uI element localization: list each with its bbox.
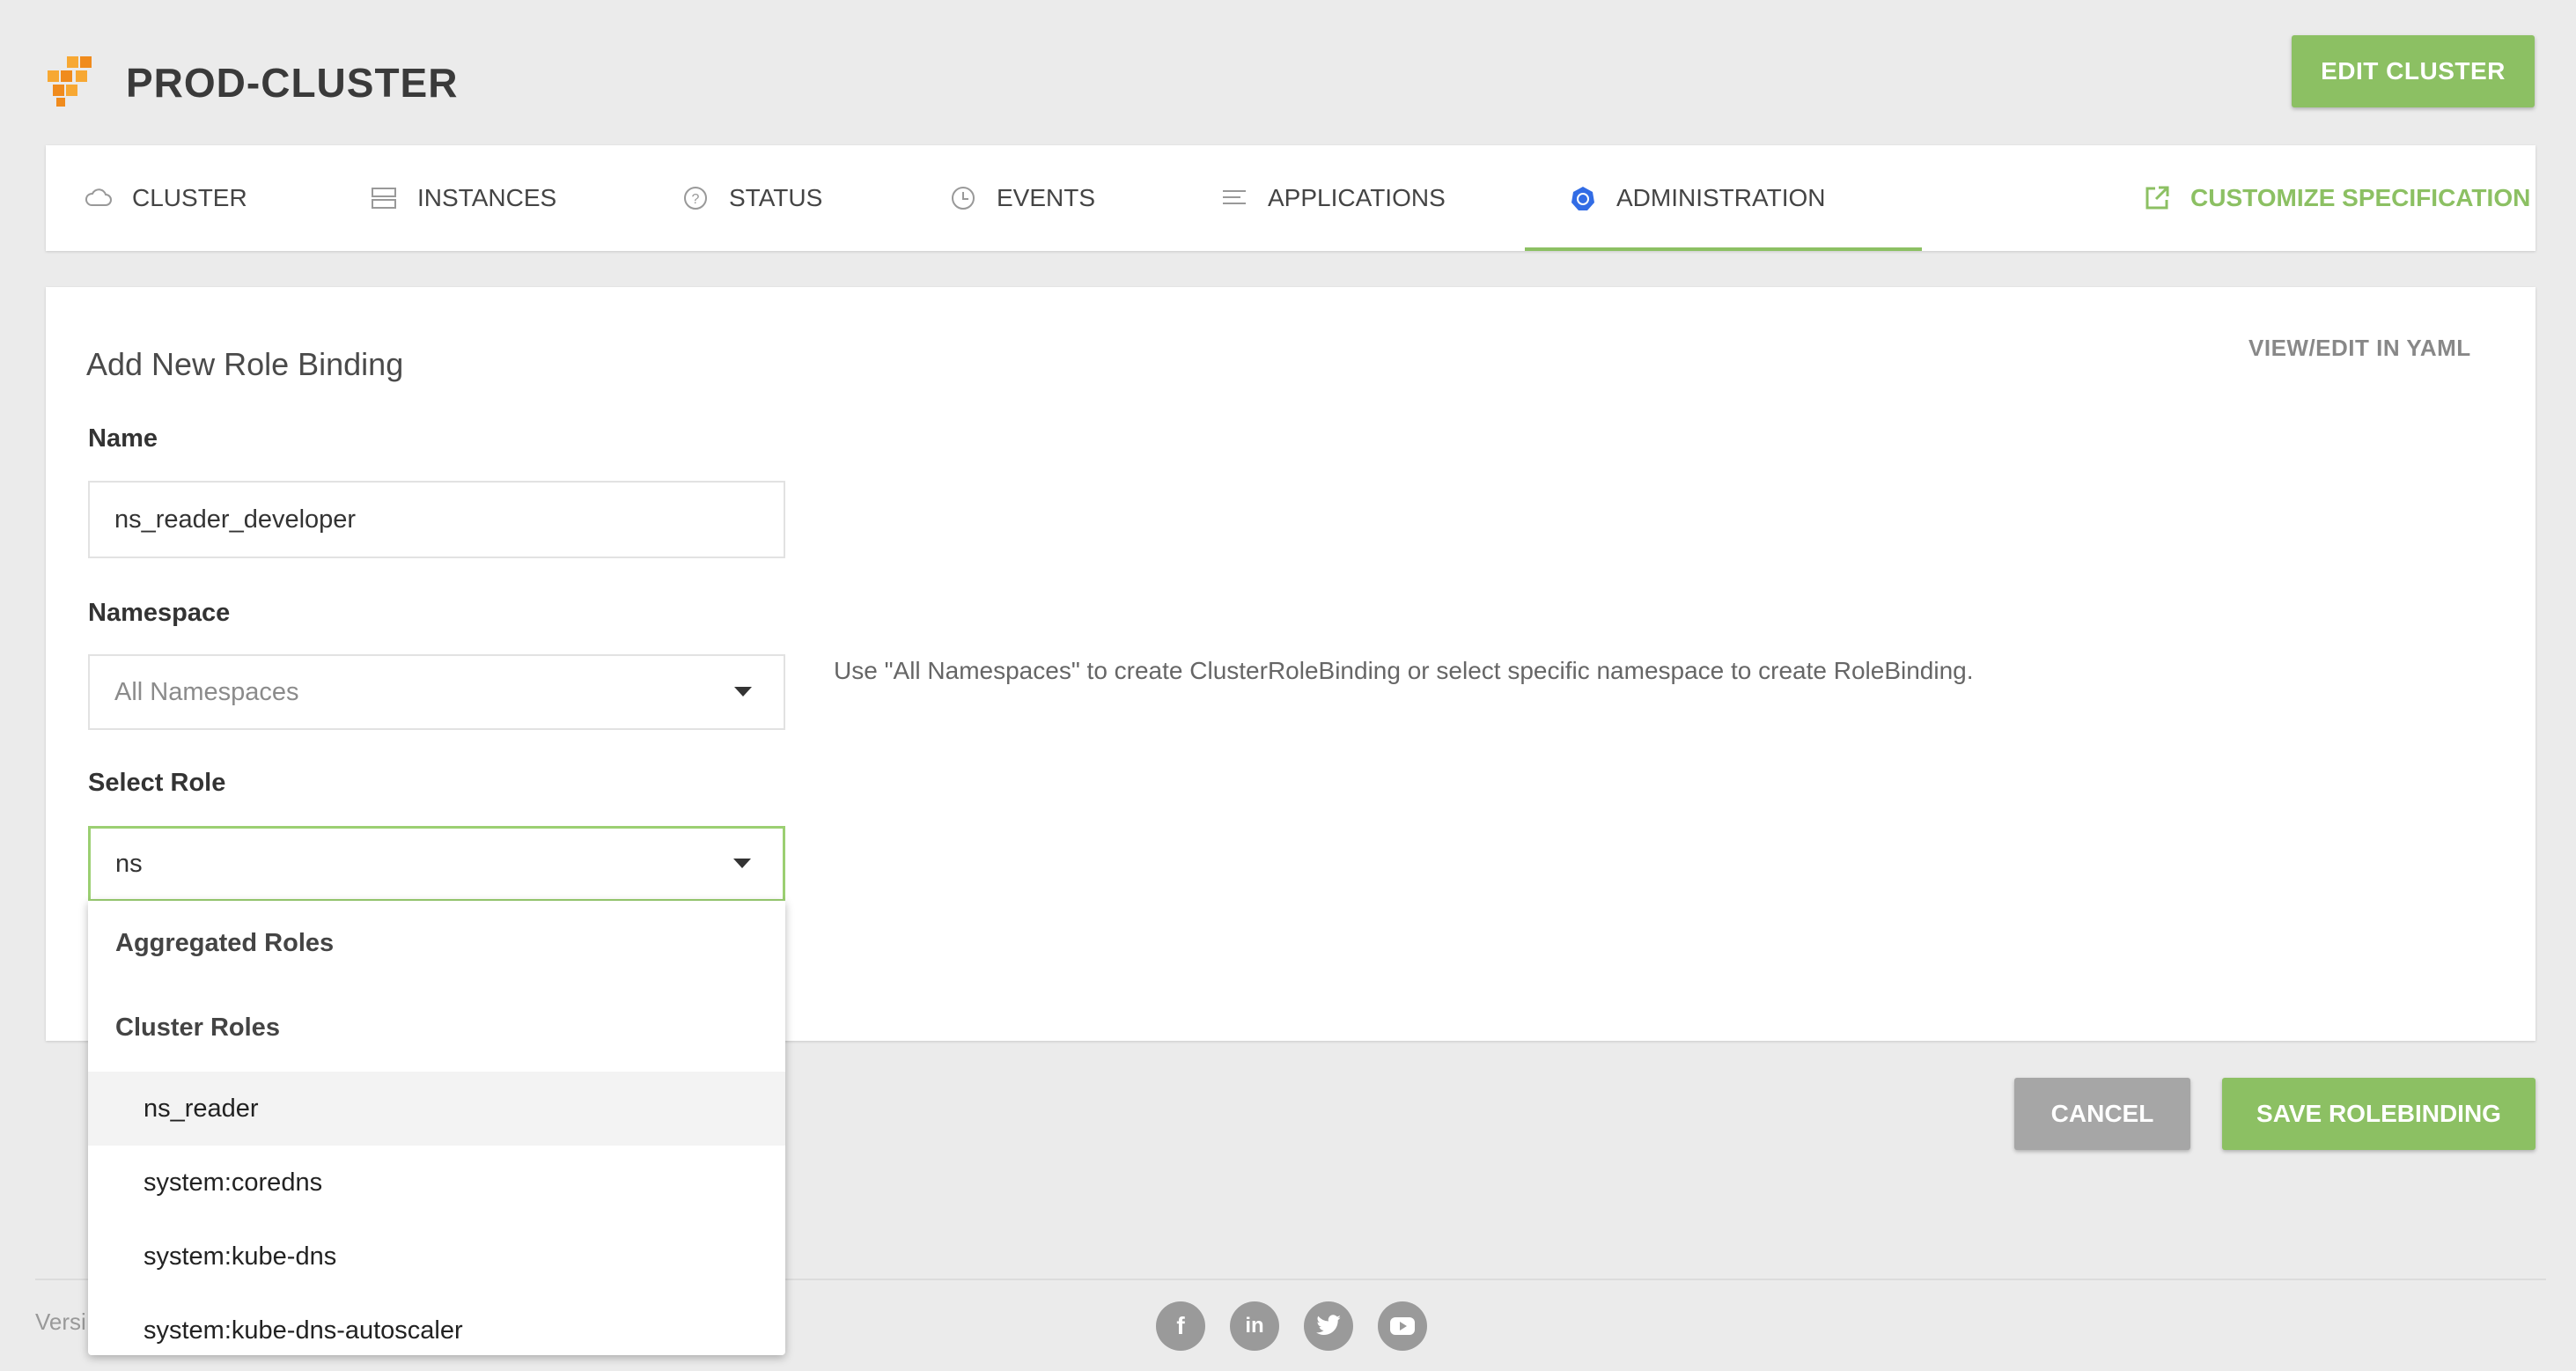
namespace-hint: Use "All Namespaces" to create ClusterRo… bbox=[834, 657, 1974, 684]
view-edit-yaml-link[interactable]: VIEW/EDIT IN YAML bbox=[2248, 335, 2471, 362]
save-rolebinding-button[interactable]: SAVE ROLEBINDING bbox=[2222, 1078, 2536, 1150]
svg-text:?: ? bbox=[692, 192, 700, 207]
select-role-label: Select Role bbox=[88, 769, 226, 797]
chevron-down-icon bbox=[733, 859, 751, 868]
name-input[interactable]: ns_reader_developer bbox=[88, 481, 785, 558]
role-dropdown-menu: Aggregated Roles Cluster Roles ns_reader… bbox=[88, 901, 785, 1355]
namespace-select[interactable]: All Namespaces bbox=[88, 654, 785, 730]
list-icon bbox=[1223, 190, 1246, 204]
clock-icon bbox=[952, 187, 975, 210]
kubernetes-wheel-icon bbox=[1571, 187, 1594, 210]
aws-logo-icon bbox=[44, 55, 104, 109]
edit-cluster-button[interactable]: EDIT CLUSTER bbox=[2292, 35, 2535, 107]
tab-label: STATUS bbox=[729, 184, 823, 211]
menu-group-header: Aggregated Roles bbox=[115, 929, 335, 957]
tab-label: INSTANCES bbox=[417, 184, 557, 211]
chevron-down-icon bbox=[734, 687, 752, 697]
role-option[interactable]: system:coredns bbox=[88, 1146, 785, 1220]
role-option[interactable]: system:kube-dns bbox=[88, 1220, 785, 1294]
role-select-input[interactable]: ns bbox=[88, 826, 785, 902]
version-text: Versi bbox=[35, 1308, 86, 1335]
facebook-icon[interactable]: f bbox=[1156, 1301, 1205, 1351]
namespace-label: Namespace bbox=[88, 599, 231, 627]
active-tab-indicator bbox=[1525, 247, 1923, 251]
tab-label: ADMINISTRATION bbox=[1616, 184, 1826, 211]
tab-events[interactable]: EVENTS bbox=[949, 145, 1095, 251]
form-title: Add New Role Binding bbox=[86, 346, 404, 382]
tab-bar: CLUSTER INSTANCES ? STATUS EVENTS APPLIC… bbox=[46, 145, 2536, 251]
tab-instances[interactable]: INSTANCES bbox=[370, 145, 556, 251]
customize-label: CUSTOMIZE SPECIFICATION bbox=[2190, 184, 2531, 211]
customize-specification-link[interactable]: CUSTOMIZE SPECIFICATION bbox=[2143, 145, 2530, 251]
page-title: PROD-CLUSTER bbox=[126, 60, 459, 106]
name-label: Name bbox=[88, 424, 158, 453]
tab-label: APPLICATIONS bbox=[1268, 184, 1446, 211]
role-option[interactable]: system:kube-dns-autoscaler bbox=[88, 1294, 785, 1355]
external-link-icon bbox=[2145, 186, 2169, 210]
question-circle-icon: ? bbox=[684, 187, 707, 210]
namespace-placeholder: All Namespaces bbox=[114, 677, 299, 706]
server-icon bbox=[372, 188, 396, 209]
cancel-button[interactable]: CANCEL bbox=[2014, 1078, 2190, 1150]
tab-applications[interactable]: APPLICATIONS bbox=[1220, 145, 1446, 251]
twitter-icon[interactable] bbox=[1304, 1301, 1353, 1351]
role-search-value: ns bbox=[115, 849, 143, 878]
menu-group-header: Cluster Roles bbox=[115, 1014, 280, 1042]
cloud-icon bbox=[85, 188, 112, 206]
tab-label: EVENTS bbox=[997, 184, 1096, 211]
tab-status[interactable]: ? STATUS bbox=[681, 145, 822, 251]
role-option[interactable]: ns_reader bbox=[88, 1072, 785, 1146]
tab-label: CLUSTER bbox=[132, 184, 247, 211]
name-input-value: ns_reader_developer bbox=[114, 505, 357, 534]
linkedin-icon[interactable]: in bbox=[1230, 1301, 1279, 1351]
youtube-icon[interactable] bbox=[1378, 1301, 1427, 1351]
tab-cluster[interactable]: CLUSTER bbox=[85, 145, 247, 251]
tab-administration[interactable]: ADMINISTRATION bbox=[1525, 145, 1923, 251]
